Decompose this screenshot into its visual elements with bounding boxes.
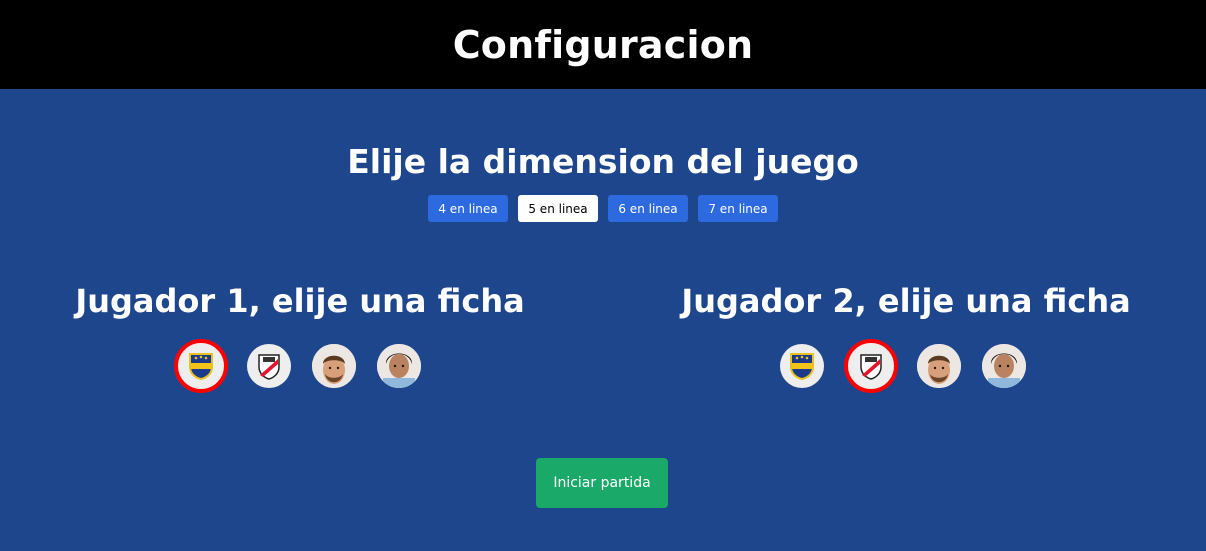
dimension-options: 4 en linea 5 en linea 6 en linea 7 en li…: [0, 195, 1206, 222]
maradona-face-icon: [377, 344, 421, 388]
dimension-title: Elije la dimension del juego: [347, 142, 859, 181]
player-2-token-boca[interactable]: [780, 344, 824, 388]
player-2-token-list: [780, 339, 1047, 393]
player-2-token-maradona[interactable]: [982, 344, 1026, 388]
player-1-title: Jugador 1, elije una ficha: [75, 282, 525, 320]
player-1-token-boca[interactable]: [174, 339, 228, 393]
boca-juniors-crest-icon: [188, 352, 214, 380]
player-1-token-list: [174, 339, 442, 393]
player-1-token-river[interactable]: [247, 344, 291, 388]
player-1-token-messi[interactable]: [312, 344, 356, 388]
dimension-7-button[interactable]: 7 en linea: [698, 195, 778, 222]
river-plate-crest-icon: [257, 353, 281, 380]
boca-juniors-crest-icon: [789, 352, 815, 380]
player-2-token-messi[interactable]: [917, 344, 961, 388]
page-title: Configuracion: [452, 22, 754, 67]
dimension-4-button[interactable]: 4 en linea: [428, 195, 508, 222]
dimension-5-button[interactable]: 5 en linea: [518, 195, 598, 222]
player-1-token-maradona[interactable]: [377, 344, 421, 388]
start-game-button[interactable]: Iniciar partida: [536, 458, 668, 508]
messi-face-icon: [917, 344, 961, 388]
messi-face-icon: [312, 344, 356, 388]
header-bar: Configuracion: [0, 0, 1206, 89]
player-2-title: Jugador 2, elije una ficha: [681, 282, 1131, 320]
maradona-face-icon: [982, 344, 1026, 388]
player-2-token-river[interactable]: [844, 339, 898, 393]
river-plate-crest-icon: [859, 353, 883, 380]
dimension-6-button[interactable]: 6 en linea: [608, 195, 688, 222]
